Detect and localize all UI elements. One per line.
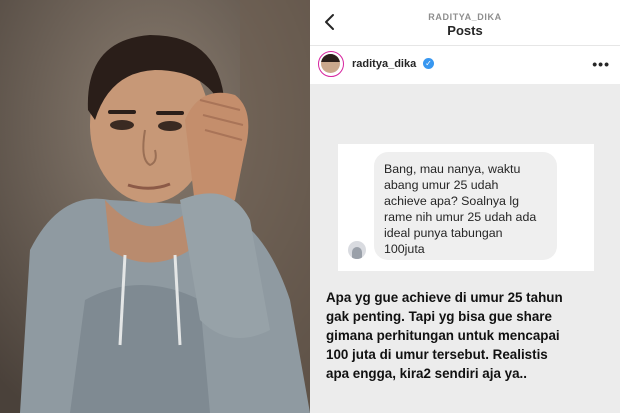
- page-title: Posts: [447, 23, 483, 38]
- question-bubble: Bang, mau nanya, waktu abang umur 25 uda…: [374, 152, 557, 260]
- profile-photo: [0, 0, 310, 413]
- avatar[interactable]: [318, 51, 344, 77]
- instagram-post-panel: RADITYA_DIKA Posts raditya_dika ✓ ••• Ba…: [310, 0, 620, 413]
- more-options-icon[interactable]: •••: [592, 56, 610, 72]
- verified-badge-icon: ✓: [423, 58, 434, 69]
- post-content: Bang, mau nanya, waktu abang umur 25 uda…: [310, 84, 620, 413]
- answer-text: Apa yg gue achieve di umur 25 tahun gak …: [326, 290, 563, 381]
- question-card: Bang, mau nanya, waktu abang umur 25 uda…: [338, 144, 594, 271]
- post-username[interactable]: raditya_dika: [352, 58, 416, 70]
- post-author-row: raditya_dika ✓ •••: [310, 46, 620, 84]
- header-username: RADITYA_DIKA: [428, 12, 502, 22]
- avatar: [348, 241, 366, 259]
- top-bar: RADITYA_DIKA Posts: [310, 0, 620, 46]
